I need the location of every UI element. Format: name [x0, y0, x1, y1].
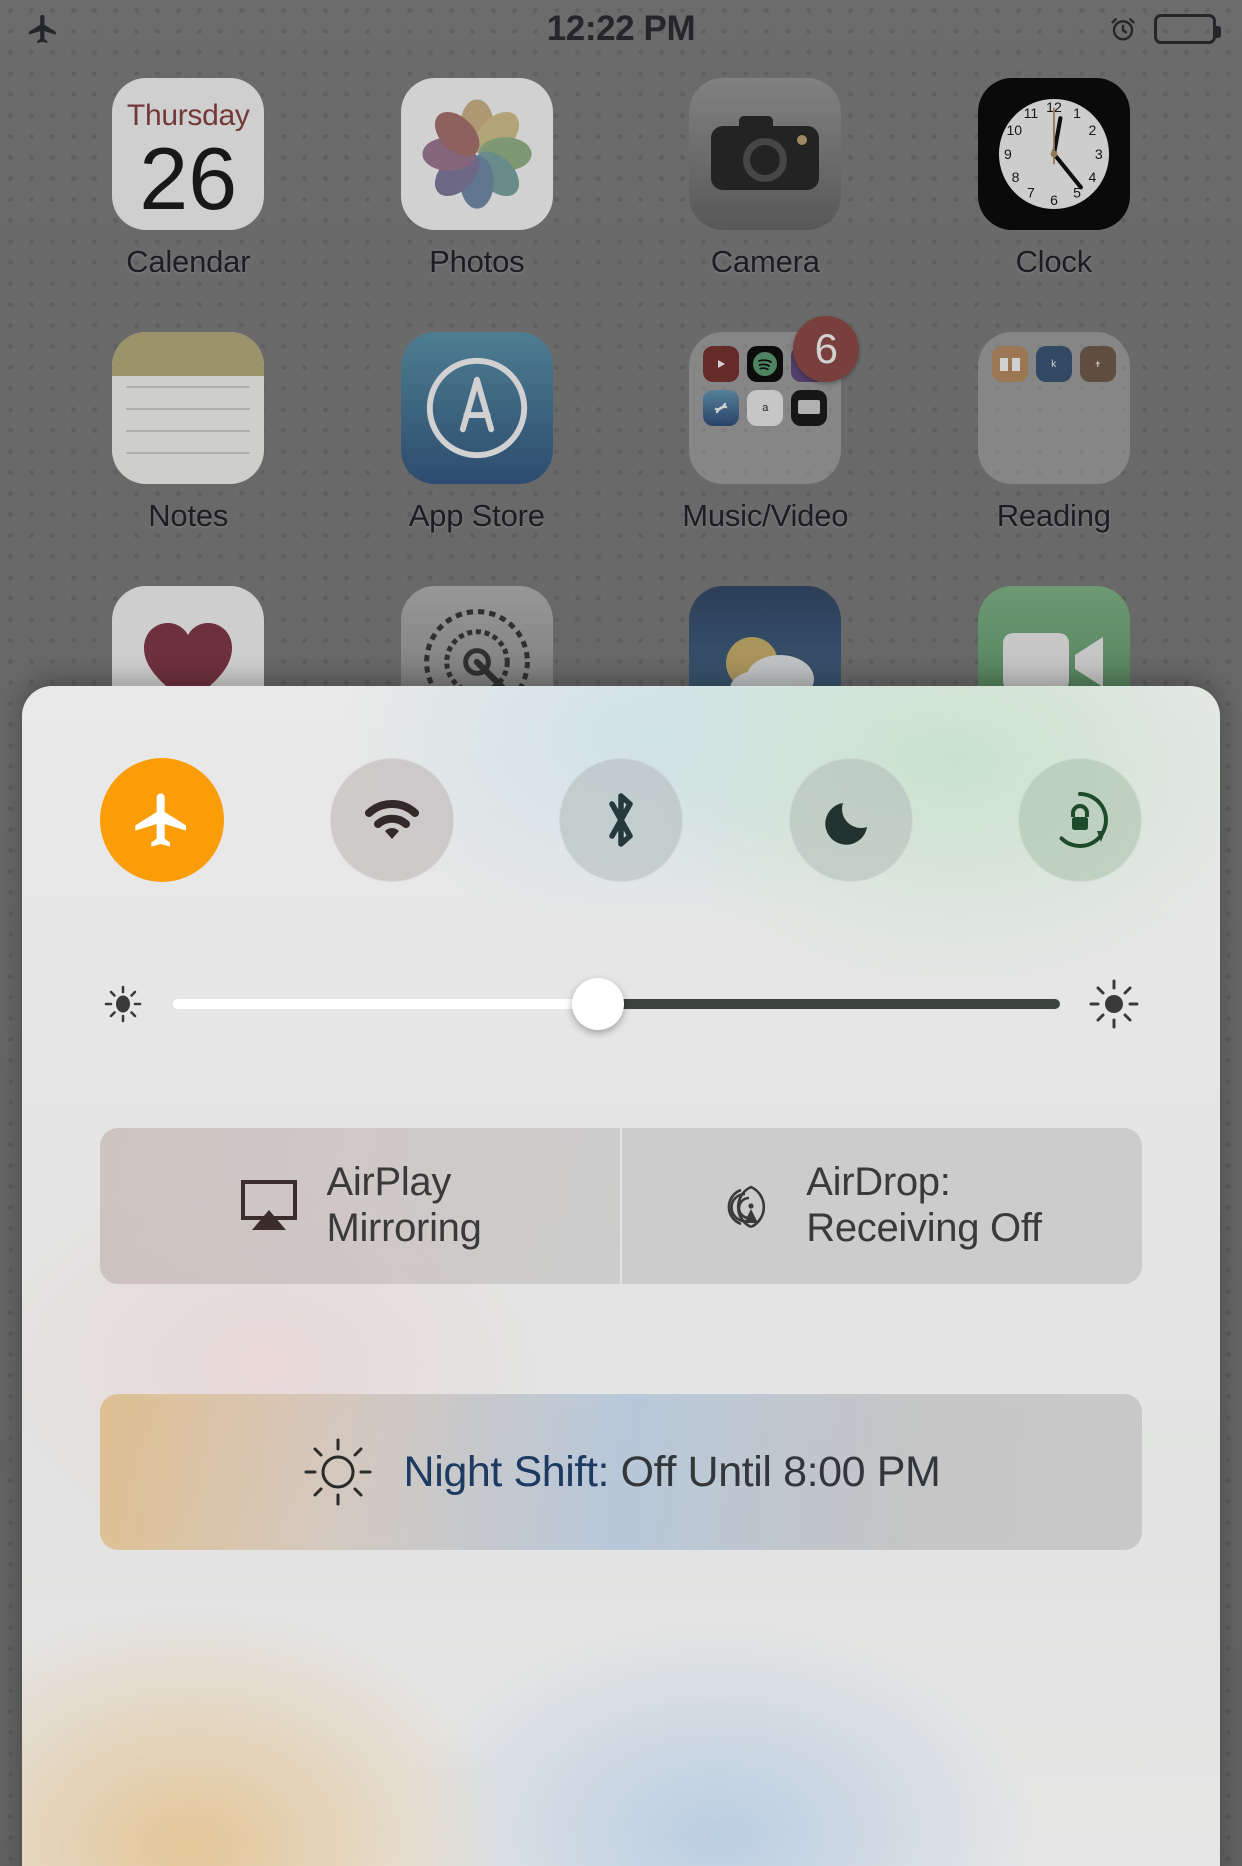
app-icon-wrap	[689, 78, 842, 230]
night-shift-button[interactable]: Night Shift: Off Until 8:00 PM	[100, 1394, 1142, 1550]
airdrop-line2: Receiving Off	[806, 1206, 1042, 1250]
calendar-day-number: 26	[139, 129, 238, 229]
airdrop-line1: AirDrop:	[806, 1160, 951, 1205]
airplay-icon	[238, 1178, 300, 1234]
badge-count: 6	[793, 316, 860, 382]
camera-icon	[689, 78, 842, 230]
brightness-slider-row	[22, 882, 1220, 1032]
night-shift-title: Night Shift:	[403, 1447, 610, 1496]
calendar-icon: Thursday 26	[112, 78, 265, 230]
youtube-icon	[703, 346, 740, 382]
moon-icon	[822, 791, 880, 849]
brightness-slider[interactable]	[172, 978, 1060, 1030]
app-label: Reading	[996, 498, 1111, 533]
svg-text:11: 11	[1023, 105, 1038, 121]
status-bar: 12:22 PM	[0, 0, 1242, 58]
app-label: App Store	[408, 498, 545, 533]
svg-text:6: 6	[1050, 192, 1058, 208]
app-photos[interactable]: Photos	[333, 78, 622, 280]
svg-text:4: 4	[1088, 169, 1096, 185]
airdrop-label: AirDrop: Receiving Off	[806, 1160, 1042, 1251]
app-icon-wrap: 6 a	[689, 316, 860, 484]
svg-text:7: 7	[1027, 185, 1035, 201]
app-grid: Thursday 26 Calendar Photos Camera 12 1 …	[0, 78, 1242, 752]
brightness-slider-thumb[interactable]	[572, 978, 625, 1030]
airdrop-icon	[722, 1177, 780, 1235]
brightness-high-icon	[1086, 976, 1142, 1032]
app-icon-wrap	[400, 332, 553, 484]
connectivity-row: AirPlay Mirroring AirDrop: Receiving Off	[22, 1032, 1220, 1284]
airplay-line1: AirPlay	[326, 1160, 452, 1205]
notes-icon	[112, 332, 265, 484]
svg-text:10: 10	[1006, 122, 1022, 138]
bible-icon: ✝	[1079, 346, 1116, 382]
svg-text:3: 3	[1095, 146, 1103, 162]
app-store-icon	[400, 332, 553, 484]
app-calendar[interactable]: Thursday 26 Calendar	[44, 78, 333, 280]
app-label: Music/Video	[682, 498, 849, 533]
airplane-icon	[130, 788, 194, 852]
airplay-mirroring-button[interactable]: AirPlay Mirroring	[100, 1128, 620, 1284]
airplay-label: AirPlay Mirroring	[326, 1160, 481, 1251]
battery-icon	[1154, 14, 1221, 44]
control-center-toggles	[22, 686, 1220, 882]
app-label: Notes	[148, 498, 229, 533]
wifi-toggle[interactable]	[329, 758, 454, 882]
night-shift-row: Night Shift: Off Until 8:00 PM	[22, 1284, 1220, 1550]
app-folder-reading[interactable]: k ✝ Reading	[910, 332, 1199, 534]
clock-icon: 12 1 2 345 678 9 10 11	[977, 78, 1130, 230]
app-label: Photos	[429, 244, 525, 279]
bluetooth-toggle[interactable]	[559, 758, 683, 882]
airplay-line2: Mirroring	[326, 1206, 482, 1250]
night-shift-label: Night Shift: Off Until 8:00 PM	[404, 1448, 941, 1497]
status-bar-right	[916, 14, 1221, 44]
photos-icon	[400, 78, 553, 230]
folder-icon: k ✝	[977, 332, 1130, 484]
app-icon-wrap	[112, 332, 265, 484]
bluetooth-icon	[600, 787, 642, 853]
rotation-lock-icon	[1047, 787, 1113, 853]
spotify-icon	[747, 346, 784, 382]
app-icon-wrap	[400, 78, 553, 230]
night-shift-icon	[302, 1436, 374, 1508]
app-notes[interactable]: Notes	[44, 332, 333, 534]
shazam-icon	[703, 390, 740, 426]
svg-text:8: 8	[1011, 169, 1019, 185]
airplane-icon	[26, 12, 60, 46]
app-folder-music-video[interactable]: 6 a Music/Video	[621, 316, 910, 534]
ibooks-icon	[991, 346, 1028, 382]
kindle-icon: k	[1035, 346, 1072, 382]
alarm-clock-icon	[1108, 14, 1138, 44]
svg-text:1: 1	[1073, 105, 1081, 121]
wifi-icon	[361, 795, 423, 845]
do-not-disturb-toggle[interactable]	[788, 758, 913, 882]
svg-text:2: 2	[1088, 122, 1096, 138]
app-label: Calendar	[126, 244, 251, 279]
brightness-low-icon	[100, 981, 146, 1027]
app-app-store[interactable]: App Store	[333, 332, 622, 534]
status-bar-clock: 12:22 PM	[546, 9, 696, 48]
control-center-panel: AirPlay Mirroring AirDrop: Receiving Off…	[22, 686, 1220, 1866]
app-camera[interactable]: Camera	[621, 78, 910, 280]
brightness-slider-fill	[172, 999, 599, 1009]
rotation-lock-toggle[interactable]	[1018, 758, 1142, 882]
app-icon-wrap: Thursday 26	[112, 78, 265, 230]
airplane-mode-toggle[interactable]	[100, 758, 224, 882]
app-clock[interactable]: 12 1 2 345 678 9 10 11 Clock	[910, 78, 1199, 280]
tv-icon	[791, 390, 828, 426]
app-icon-wrap: k ✝	[977, 332, 1130, 484]
iphone-screen: 12:22 PM Thursday 26 Calendar Photos Cam…	[0, 0, 1242, 1866]
airdrop-button[interactable]: AirDrop: Receiving Off	[620, 1128, 1142, 1284]
night-shift-status: Off Until 8:00 PM	[609, 1447, 941, 1496]
app-icon-wrap: 12 1 2 345 678 9 10 11	[977, 78, 1130, 230]
amazon-icon: a	[747, 390, 784, 426]
app-label: Clock	[1015, 244, 1092, 279]
calendar-day-of-week: Thursday	[126, 99, 250, 133]
app-label: Camera	[710, 244, 820, 279]
status-bar-left	[26, 12, 326, 46]
svg-text:9: 9	[1004, 146, 1012, 162]
